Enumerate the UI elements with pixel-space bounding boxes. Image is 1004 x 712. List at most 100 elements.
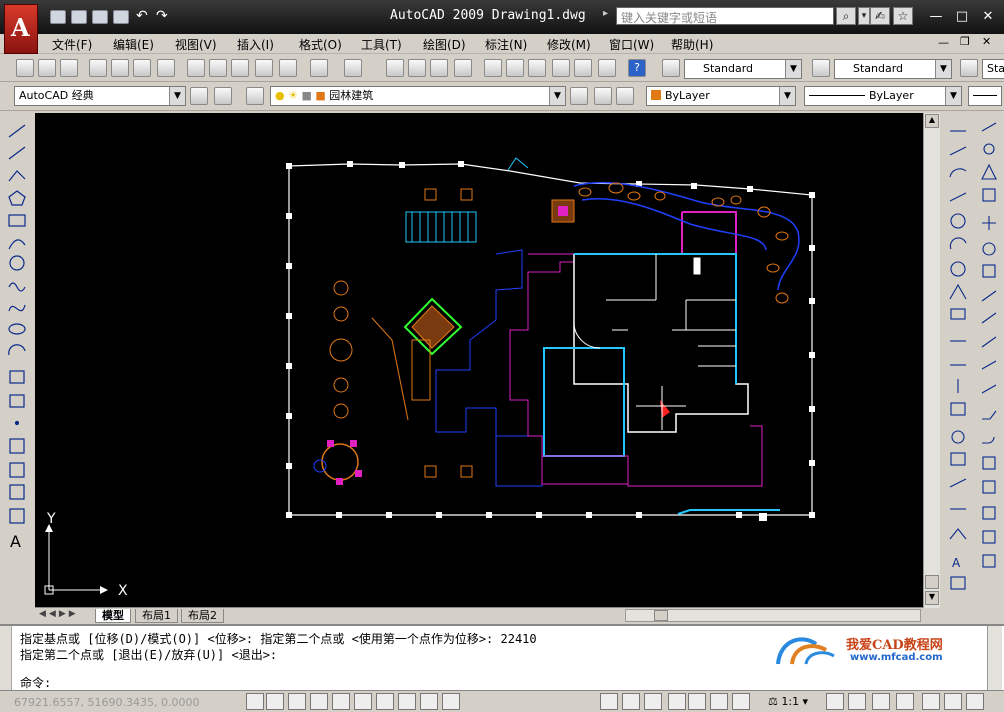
save-icon[interactable] [60,59,78,77]
hscroll-thumb[interactable] [654,610,668,621]
menu-tools[interactable]: 工具(T) [361,36,402,53]
clean-screen-icon[interactable] [944,693,962,710]
zoom-previous-icon[interactable] [454,59,472,77]
search-dropdown-icon[interactable]: ▾ [858,7,870,25]
text-style-select[interactable]: Standard ▼ [684,59,802,79]
make-current-icon[interactable] [570,87,588,105]
match-properties-icon[interactable] [255,59,273,77]
table-style-select[interactable]: Sta [982,59,1004,79]
command-grip[interactable] [0,626,12,690]
tool-palettes-icon[interactable] [528,59,546,77]
qnew-icon[interactable] [16,59,34,77]
undo-icon[interactable] [310,59,328,77]
tab-nav-icons[interactable]: ◀◀▶▶ [39,609,79,619]
tab-layout2[interactable]: 布局2 [181,609,224,623]
ortho-mode-icon[interactable] [288,693,306,710]
lineweight-icon[interactable] [420,693,438,710]
zoom-window-icon[interactable] [430,59,448,77]
steering-wheel-icon[interactable] [710,693,728,710]
print-icon[interactable] [113,10,129,24]
subscription-icon[interactable]: ✍ [870,7,890,25]
dim-style-icon[interactable] [812,59,830,77]
doc-close-icon[interactable]: ✕ [982,35,991,48]
layer-isolate-icon[interactable] [616,87,634,105]
workspace-settings-icon[interactable] [190,87,208,105]
tray-settings-icon[interactable] [922,693,940,710]
3d-dwf-icon[interactable] [157,59,175,77]
tab-layout1[interactable]: 布局1 [135,609,178,623]
quick-view-layouts-icon[interactable] [622,693,640,710]
grid-display-icon[interactable] [266,693,284,710]
zoom-status-icon[interactable] [688,693,706,710]
lineweight-select[interactable] [968,86,1002,106]
command-prompt[interactable]: 命令: [20,674,51,691]
annotation-scale[interactable]: ⚖ 1:1 ▾ [768,695,808,708]
maximize-icon[interactable]: □ [951,8,973,26]
menu-edit[interactable]: 编辑(E) [113,36,154,53]
clean-screen-icon-2[interactable] [966,693,984,710]
menu-view[interactable]: 视图(V) [175,36,217,53]
search-input[interactable]: 键入关键字或短语 [616,7,834,25]
properties-icon[interactable] [484,59,502,77]
drawing-canvas[interactable]: Y X [35,113,923,608]
menu-draw[interactable]: 绘图(D) [423,36,466,53]
undo-icon[interactable]: ↶ [136,9,152,24]
workspace-switch-icon[interactable] [872,693,890,710]
open-icon[interactable] [38,59,56,77]
sheet-set-icon[interactable] [552,59,570,77]
copy-icon[interactable] [209,59,227,77]
horizontal-scrollbar[interactable] [625,609,921,622]
object-snap-tracking-icon[interactable] [354,693,372,710]
model-space-icon[interactable] [600,693,618,710]
scroll-up-icon[interactable]: ▲ [925,114,939,128]
doc-minimize-icon[interactable]: — [938,36,949,49]
scroll-down-icon[interactable]: ▼ [925,591,939,605]
workspace-select[interactable]: AutoCAD 经典 ▼ [14,86,186,106]
scroll-thumb[interactable] [925,575,939,589]
save-icon[interactable] [92,10,108,24]
favorites-icon[interactable]: ☆ [893,7,913,25]
plot-icon[interactable] [89,59,107,77]
open-file-icon[interactable] [71,10,87,24]
menu-format[interactable]: 格式(O) [299,36,342,53]
layer-properties-icon[interactable] [246,87,264,105]
quickcalc-icon[interactable] [598,59,616,77]
block-editor-icon[interactable] [279,59,297,77]
doc-restore-icon[interactable]: ❐ [960,35,970,48]
menu-file[interactable]: 文件(F) [52,36,92,53]
zoom-realtime-icon[interactable] [408,59,426,77]
menu-insert[interactable]: 插入(I) [237,36,274,53]
showmotion-icon[interactable] [732,693,750,710]
menu-modify[interactable]: 修改(M) [547,36,591,53]
workspace-save-icon[interactable] [214,87,232,105]
linetype-select[interactable]: ByLayer ▼ [804,86,962,106]
help-icon[interactable]: ? [628,59,646,77]
object-snap-icon[interactable] [332,693,350,710]
vertical-scrollbar[interactable]: ▲ ▼ [923,113,940,608]
markup-icon[interactable] [574,59,592,77]
app-logo[interactable]: A [4,4,38,54]
dim-style-select[interactable]: Standard ▼ [834,59,952,79]
command-scrollbar[interactable] [987,626,1002,690]
new-file-icon[interactable] [50,10,66,24]
text-style-icon[interactable] [662,59,680,77]
pan-status-icon[interactable] [668,693,686,710]
dynamic-input-icon[interactable] [398,693,416,710]
cut-icon[interactable] [187,59,205,77]
menu-help[interactable]: 帮助(H) [671,36,713,53]
minimize-icon[interactable]: — [925,8,947,26]
menu-window[interactable]: 窗口(W) [609,36,654,53]
plot-preview-icon[interactable] [111,59,129,77]
quick-properties-icon[interactable] [442,693,460,710]
polar-tracking-icon[interactable] [310,693,328,710]
ducs-icon[interactable] [376,693,394,710]
layer-previous-icon[interactable] [594,87,612,105]
table-style-icon[interactable] [960,59,978,77]
pan-icon[interactable] [386,59,404,77]
color-select[interactable]: ByLayer ▼ [646,86,796,106]
layer-select[interactable]: ● ☀ ■ ■ 园林建筑 ▼ [270,86,566,106]
search-icon[interactable]: ⌕ [836,7,856,25]
redo-icon[interactable]: ↷ [156,9,172,24]
paste-icon[interactable] [231,59,249,77]
menu-dimension[interactable]: 标注(N) [485,36,527,53]
